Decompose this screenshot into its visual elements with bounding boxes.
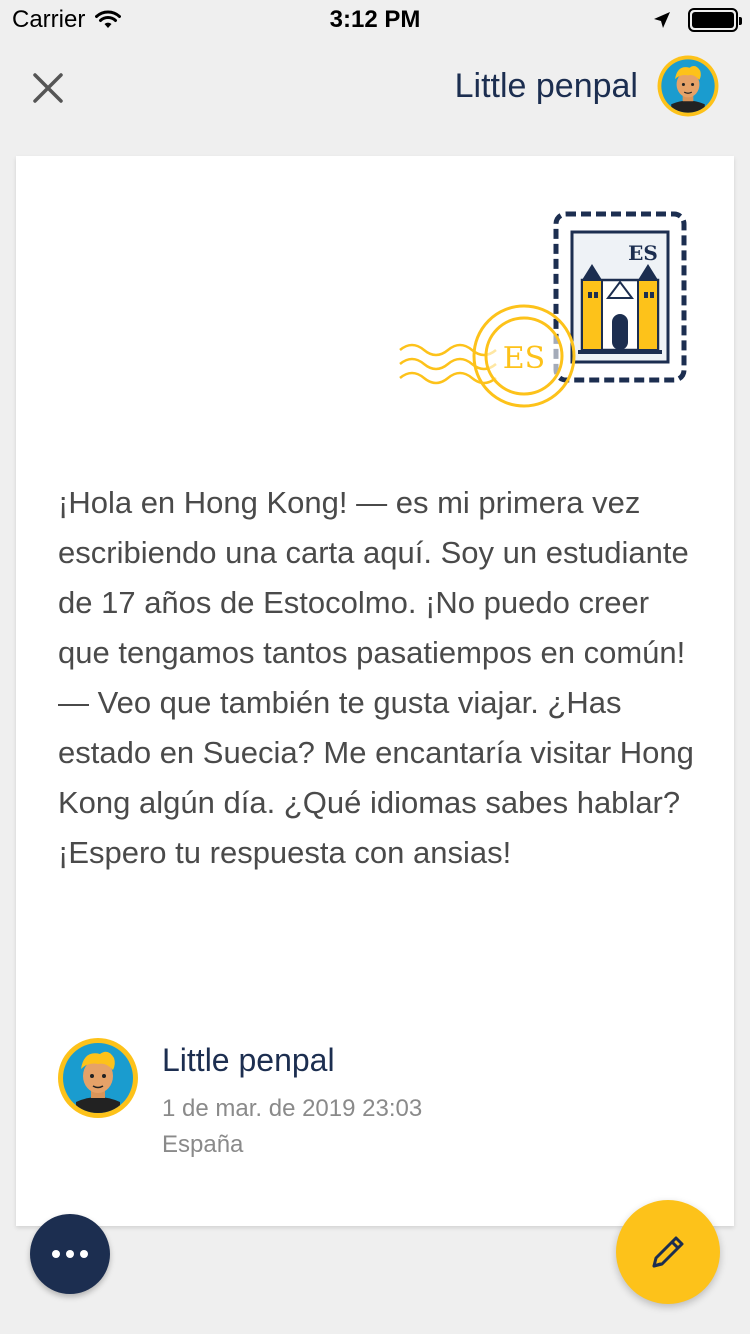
author-block: Little penpal 1 de mar. de 2019 23:03 Es… (56, 1036, 422, 1160)
nav-bar: Little penpal (0, 40, 750, 140)
avatar (657, 55, 719, 117)
stamp-postmark-illustration: ES ES (399, 211, 687, 408)
letter-body: ¡Hola en Hong Kong! — es mi primera vez … (58, 485, 694, 870)
status-bar: Carrier 3:12 PM (0, 0, 750, 40)
nav-user-profile[interactable]: Little penpal (455, 54, 720, 118)
stamp-code: ES (628, 241, 658, 265)
postmark-code: ES (503, 341, 545, 376)
author-avatar[interactable] (56, 1036, 140, 1120)
write-reply-button[interactable] (616, 1200, 720, 1304)
letter-card: ES ES ¡Hola en Hong Kong! — es mi primer… (16, 156, 734, 1226)
more-horizontal-icon (52, 1250, 60, 1258)
postmark-circle: ES (472, 304, 576, 408)
author-name[interactable]: Little penpal (162, 1040, 422, 1080)
battery-icon (688, 8, 742, 32)
author-info: Little penpal 1 de mar. de 2019 23:03 Es… (162, 1040, 422, 1160)
nav-user-name: Little penpal (454, 66, 638, 105)
more-options-button[interactable] (30, 1214, 110, 1294)
close-icon (33, 73, 63, 103)
letter-date: 1 de mar. de 2019 23:03 (162, 1095, 423, 1122)
pencil-icon (652, 1236, 684, 1268)
postmark-waves (399, 343, 497, 385)
author-country: España (162, 1131, 244, 1158)
status-right-group (652, 8, 742, 32)
status-time: 3:12 PM (329, 6, 421, 33)
close-button[interactable] (20, 60, 76, 116)
location-arrow-icon (654, 12, 670, 28)
